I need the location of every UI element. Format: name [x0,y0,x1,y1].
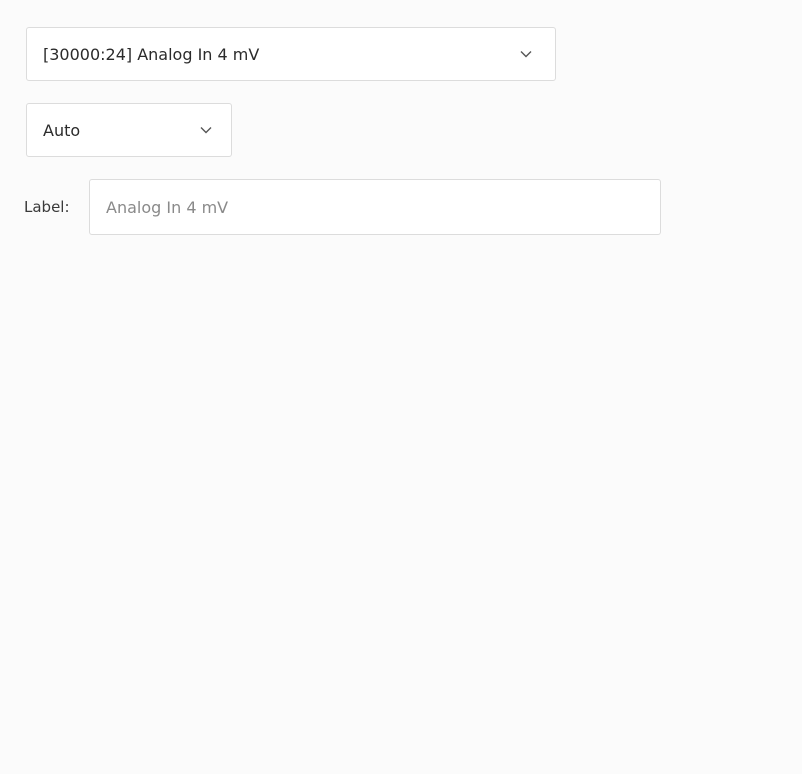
label-caption: Label: [24,198,70,216]
chevron-down-icon [199,123,213,137]
channel-select[interactable]: [30000:24] Analog In 4 mV [26,27,556,81]
channel-select-value: [30000:24] Analog In 4 mV [43,44,260,64]
mode-select-value: Auto [43,120,81,140]
label-field-row: Label: [24,179,661,235]
mode-select[interactable]: Auto [26,103,232,157]
channel-settings-panel: [30000:24] Analog In 4 mV Auto Label: [0,0,802,774]
chevron-down-icon [519,47,533,61]
label-input[interactable] [89,179,661,235]
